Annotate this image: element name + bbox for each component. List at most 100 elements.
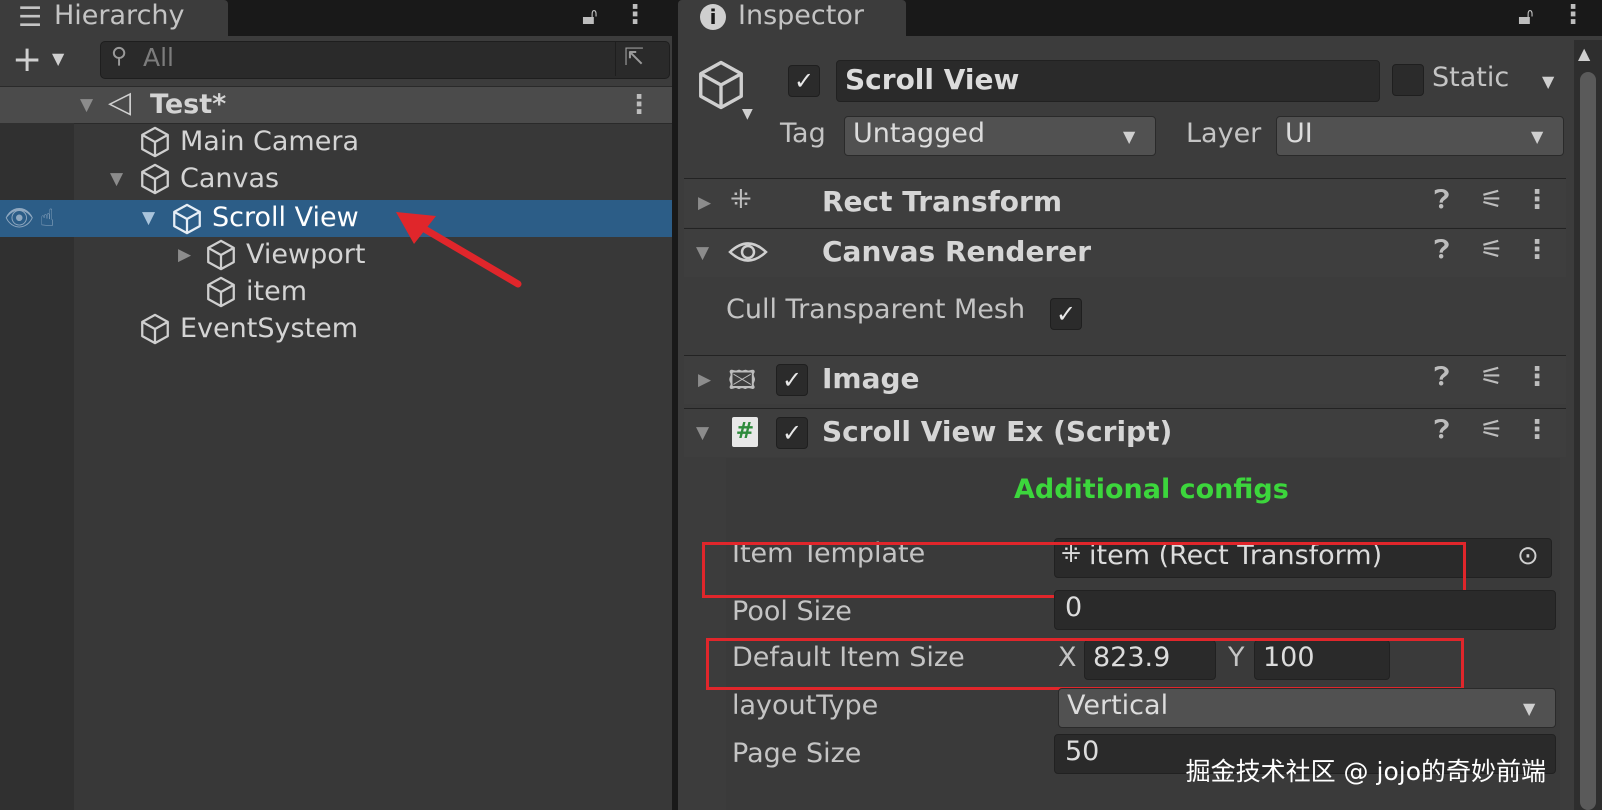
static-checkbox[interactable] <box>1392 64 1424 96</box>
presets-icon[interactable]: ⚟ <box>1480 415 1503 445</box>
lock-icon[interactable]: 🔓︎ <box>1518 2 1534 30</box>
presets-icon[interactable]: ⚟ <box>1480 235 1503 265</box>
gameobject-cube-icon <box>141 126 169 158</box>
rect-transform-icon: ⁜ <box>730 185 752 215</box>
image-icon: 🖾︎ <box>728 366 757 396</box>
help-icon[interactable]: ❓︎ <box>1434 415 1450 446</box>
static-dropdown-arrow-icon[interactable]: ▼ <box>1542 72 1554 91</box>
component-rect-transform[interactable]: ▶ ⁜ Rect Transform ❓︎ ⚟ ⋮ <box>684 178 1566 227</box>
search-input[interactable]: ⚲ All ⇱ <box>100 41 670 79</box>
layer-value: UI <box>1285 118 1313 149</box>
expand-arrow-icon[interactable]: ▼ <box>696 423 709 443</box>
kebab-menu-icon[interactable]: ⋮ <box>622 0 648 30</box>
object-name-value: Scroll View <box>845 63 1020 96</box>
lock-icon[interactable]: 🔓︎ <box>582 2 598 30</box>
static-label: Static <box>1432 62 1510 93</box>
component-canvas-renderer[interactable]: ▼ Canvas Renderer ❓︎ ⚟ ⋮ <box>684 228 1566 277</box>
tree-item-label: Canvas <box>180 163 280 194</box>
tree-item-label: Scroll View <box>212 202 359 233</box>
gameobject-cube-icon <box>173 203 201 235</box>
info-icon: i <box>700 4 726 30</box>
chevron-down-icon: ▼ <box>1531 127 1544 146</box>
page-size-label: Page Size <box>732 738 862 769</box>
tree-item-label: Viewport <box>246 239 366 270</box>
scene-row[interactable]: ▼ ◁ Test* ⋮ <box>0 85 672 124</box>
component-menu-icon[interactable]: ⋮ <box>1524 235 1550 265</box>
layout-type-dropdown[interactable]: Vertical ▼ <box>1058 688 1556 728</box>
scene-menu-icon[interactable]: ⋮ <box>626 87 652 123</box>
gameobject-cube-icon <box>141 163 169 195</box>
gameobject-large-cube-icon <box>699 60 743 110</box>
tag-dropdown[interactable]: Untagged ▼ <box>844 116 1156 156</box>
component-title: Image <box>822 362 920 395</box>
tag-value: Untagged <box>853 118 986 149</box>
scroll-up-arrow-icon[interactable]: ▲ <box>1578 44 1590 63</box>
help-icon[interactable]: ❓︎ <box>1434 185 1450 216</box>
component-scroll-view-ex[interactable]: ▼ # ✓ Scroll View Ex (Script) ❓︎ ⚟ ⋮ <box>684 408 1566 457</box>
page-size-value: 50 <box>1065 736 1100 767</box>
gameobject-cube-icon <box>207 239 235 271</box>
help-icon[interactable]: ❓︎ <box>1434 362 1450 393</box>
watermark-text: 掘金技术社区 @ jojo的奇妙前端 <box>1185 757 1546 786</box>
component-menu-icon[interactable]: ⋮ <box>1524 415 1550 445</box>
scene-search-toggle[interactable]: ⇱ <box>615 42 656 76</box>
object-name-field[interactable]: Scroll View <box>836 60 1380 102</box>
visibility-eye-icon[interactable]: 👁︎ <box>4 200 34 237</box>
pool-size-label: Pool Size <box>732 596 852 627</box>
kebab-menu-icon[interactable]: ⋮ <box>1560 0 1586 30</box>
search-scene-icon: ⇱ <box>624 43 645 71</box>
tab-inspector[interactable]: i Inspector <box>678 0 906 36</box>
icon-dropdown-arrow-icon[interactable]: ▼ <box>742 106 753 122</box>
tab-hierarchy[interactable]: ☰ Hierarchy <box>0 0 228 36</box>
pool-size-field[interactable]: 0 <box>1054 590 1556 630</box>
component-title: Canvas Renderer <box>822 235 1092 268</box>
collapse-arrow-icon[interactable]: ▶ <box>698 193 711 213</box>
pool-size-value: 0 <box>1065 592 1083 623</box>
expand-arrow-icon[interactable]: ▼ <box>142 208 155 228</box>
expand-arrow-icon[interactable]: ▼ <box>80 95 93 115</box>
gameobject-cube-icon <box>207 276 235 308</box>
eye-icon <box>728 242 768 262</box>
cull-transparent-mesh-label: Cull Transparent Mesh <box>726 294 1026 325</box>
unity-logo-icon: ◁ <box>108 85 132 120</box>
active-checkbox[interactable]: ✓ <box>788 65 820 97</box>
chevron-down-icon[interactable]: ▼ <box>52 44 64 74</box>
tree-item-label: Main Camera <box>180 126 359 157</box>
collapse-arrow-icon[interactable]: ▶ <box>178 245 191 265</box>
add-icon[interactable]: + <box>12 38 42 82</box>
presets-icon[interactable]: ⚟ <box>1480 185 1503 215</box>
chevron-down-icon: ▼ <box>1123 127 1136 146</box>
inspector-tab-label: Inspector <box>738 0 864 31</box>
object-picker-icon[interactable]: ⊙ <box>1517 541 1539 571</box>
search-placeholder: All <box>143 43 174 72</box>
hierarchy-tab-label: Hierarchy <box>54 0 185 31</box>
layer-dropdown[interactable]: UI ▼ <box>1276 116 1564 156</box>
component-menu-icon[interactable]: ⋮ <box>1524 362 1550 392</box>
pickable-hand-icon[interactable]: ☝︎ <box>40 200 55 237</box>
tag-label: Tag <box>780 118 826 149</box>
help-icon[interactable]: ❓︎ <box>1434 235 1450 266</box>
additional-configs-title: Additional configs <box>1014 474 1289 505</box>
component-title: Scroll View Ex (Script) <box>822 415 1173 448</box>
component-image[interactable]: ▶ 🖾︎ ✓ Image ❓︎ ⚟ ⋮ <box>684 355 1566 404</box>
tree-item-label: EventSystem <box>180 313 359 344</box>
scene-name: Test* <box>150 89 227 120</box>
component-title: Rect Transform <box>822 185 1063 218</box>
scrollbar-thumb[interactable] <box>1580 72 1596 810</box>
expand-arrow-icon[interactable]: ▼ <box>110 169 123 189</box>
expand-arrow-icon[interactable]: ▼ <box>696 243 709 263</box>
layout-type-label: layoutType <box>732 690 879 721</box>
image-enabled-checkbox[interactable]: ✓ <box>776 364 808 396</box>
list-icon: ☰ <box>18 2 43 33</box>
script-enabled-checkbox[interactable]: ✓ <box>776 417 808 449</box>
collapse-arrow-icon[interactable]: ▶ <box>698 370 711 390</box>
component-menu-icon[interactable]: ⋮ <box>1524 185 1550 215</box>
presets-icon[interactable]: ⚟ <box>1480 362 1503 392</box>
tree-item-label: item <box>246 276 308 307</box>
chevron-down-icon: ▼ <box>1523 699 1536 718</box>
cull-transparent-mesh-checkbox[interactable]: ✓ <box>1050 298 1082 330</box>
gameobject-cube-icon <box>141 313 169 345</box>
highlight-box-default-item-size <box>706 638 1464 690</box>
annotation-arrow <box>396 212 522 288</box>
layer-label: Layer <box>1186 118 1262 149</box>
